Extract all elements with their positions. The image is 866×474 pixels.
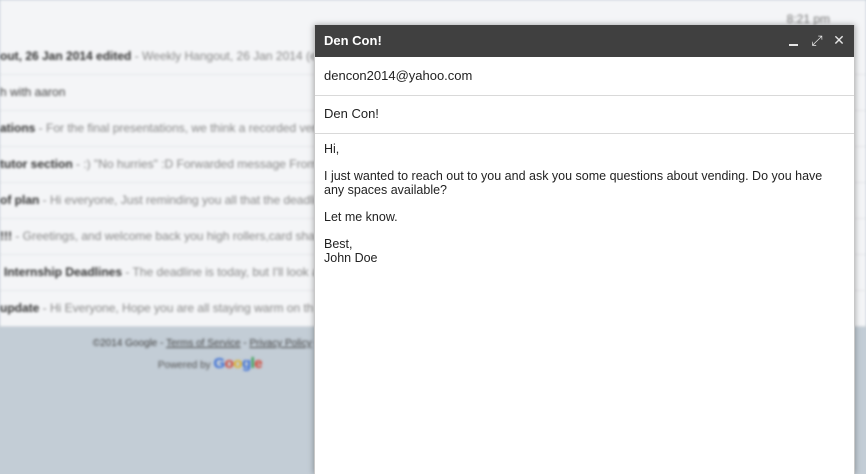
- compose-titlebar[interactable]: Den Con! ⤢ ✕: [315, 25, 854, 57]
- copyright-text: ©2014 Google -: [92, 338, 167, 349]
- expand-icon: ⤢: [811, 32, 823, 48]
- body-paragraph: I just wanted to reach out to you and as…: [324, 169, 823, 197]
- expand-button[interactable]: ⤢: [808, 31, 826, 49]
- subject-field[interactable]: Den Con!: [315, 95, 854, 134]
- message-snippet: - Hi everyone, Just reminding you all th…: [39, 193, 316, 207]
- body-greeting: Hi,: [324, 142, 340, 156]
- message-snippet: - :) "No hurries" :D Forwarded message F…: [72, 157, 321, 171]
- close-button[interactable]: ✕: [830, 31, 848, 49]
- terms-link[interactable]: Terms of Service: [166, 338, 240, 349]
- body-signature-name: John Doe: [324, 251, 378, 265]
- message-subject: of plan: [0, 193, 40, 207]
- minimize-icon: [789, 44, 798, 46]
- message-subject: tutor section: [0, 157, 73, 171]
- message-snippet: - Weekly Hangout, 26 Jan 2014 (e: [131, 49, 317, 63]
- compose-window: Den Con! ⤢ ✕ dencon2014@yahoo.com Den Co…: [314, 25, 855, 474]
- powered-by-label: Powered by: [157, 360, 211, 371]
- privacy-link[interactable]: Privacy Policy: [249, 338, 311, 349]
- message-subject: !!!: [0, 229, 12, 243]
- to-field[interactable]: dencon2014@yahoo.com: [315, 57, 854, 96]
- message-subject: Internship Deadlines: [4, 265, 123, 279]
- body-closing-line: Let me know.: [324, 210, 398, 224]
- body-signoff: Best,: [324, 237, 353, 251]
- message-subject: h with aaron: [0, 85, 66, 99]
- recipient-address: dencon2014@yahoo.com: [324, 68, 473, 83]
- close-icon: ✕: [833, 32, 845, 48]
- message-subject: out, 26 Jan 2014 edited: [0, 49, 132, 63]
- compose-title: Den Con!: [324, 33, 382, 48]
- message-time: 8:21 pm: [786, 12, 830, 26]
- message-snippet: - Hi Everyone, Hope you are all staying …: [39, 301, 314, 315]
- message-snippet: - For the final presentations, we think …: [35, 121, 317, 135]
- google-logo: Google: [213, 355, 263, 372]
- message-subject: ations: [0, 121, 36, 135]
- message-snippet: - Greetings, and welcome back you high r…: [12, 229, 315, 243]
- message-subject: update: [0, 301, 40, 315]
- message-body[interactable]: Hi, I just wanted to reach out to you an…: [324, 142, 844, 265]
- subject-value: Den Con!: [324, 106, 379, 121]
- message-snippet: - The deadline is today, but I'll look a: [122, 265, 319, 279]
- minimize-button[interactable]: [785, 31, 803, 49]
